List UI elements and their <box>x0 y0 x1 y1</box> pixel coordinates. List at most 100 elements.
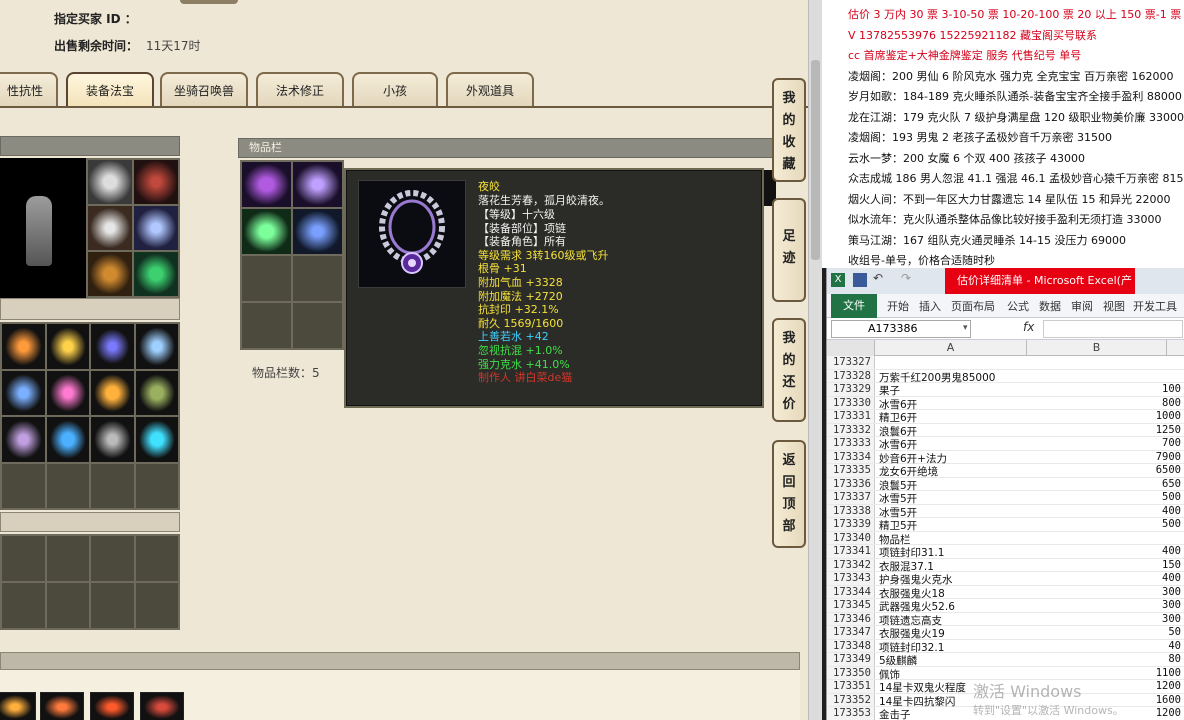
row-number[interactable]: 173337 <box>827 491 875 504</box>
cell-b[interactable]: 800 <box>1027 397 1181 409</box>
row-number[interactable]: 173341 <box>827 545 875 558</box>
fx-icon[interactable]: fx <box>1023 320 1034 334</box>
tab-resistance[interactable]: 性抗性 <box>0 72 58 108</box>
dropdown-icon[interactable]: ▾ <box>963 323 968 333</box>
ribbon-tab-view[interactable]: 视图 <box>1103 298 1125 314</box>
tab-equipment[interactable]: 装备法宝 <box>66 72 154 108</box>
ribbon-tab-file[interactable]: 文件 <box>831 294 877 318</box>
row-number[interactable]: 173343 <box>827 572 875 585</box>
bag-slot[interactable] <box>91 583 134 628</box>
cell-b[interactable]: 80 <box>1027 653 1181 665</box>
inventory-slot[interactable] <box>293 209 342 254</box>
tab-spell-mod[interactable]: 法术修正 <box>256 72 344 108</box>
cell-b[interactable]: 500 <box>1027 491 1181 503</box>
cell-b[interactable]: 300 <box>1027 613 1181 625</box>
game-scrollbar[interactable] <box>808 0 822 720</box>
my-offers-button[interactable]: 我的还价 <box>772 318 806 422</box>
cell-b[interactable]: 1000 <box>1027 410 1181 422</box>
row-number[interactable]: 173347 <box>827 626 875 639</box>
bag-slot[interactable] <box>2 536 45 581</box>
bag-slot[interactable] <box>135 536 178 581</box>
equip-slot[interactable] <box>134 206 178 250</box>
ribbon-tab-layout[interactable]: 页面布局 <box>951 298 995 314</box>
inventory-slot[interactable] <box>242 303 291 348</box>
cell-b[interactable]: 7900 <box>1027 451 1181 463</box>
cell-b[interactable]: 1100 <box>1027 667 1181 679</box>
row-number[interactable]: 173352 <box>827 693 875 706</box>
select-all-corner[interactable] <box>827 340 875 356</box>
cell-b[interactable]: 1250 <box>1027 424 1181 436</box>
tab-child[interactable]: 小孩 <box>352 72 438 108</box>
tab-appearance[interactable]: 外观道具 <box>446 72 534 108</box>
row-number[interactable]: 173346 <box>827 612 875 625</box>
bottom-item-slot[interactable] <box>40 692 84 720</box>
bottom-item-slot[interactable] <box>140 692 184 720</box>
row-number[interactable]: 173330 <box>827 396 875 409</box>
bag-slot[interactable] <box>2 324 45 369</box>
redo-icon[interactable]: ↷ <box>901 271 911 285</box>
bag-slot[interactable] <box>2 583 45 628</box>
row-number[interactable]: 173353 <box>827 707 875 720</box>
tab-mounts[interactable]: 坐骑召唤兽 <box>160 72 248 108</box>
row-number[interactable]: 173332 <box>827 423 875 436</box>
cell-b[interactable]: 6500 <box>1027 464 1181 476</box>
cell-b[interactable]: 400 <box>1027 545 1181 557</box>
row-number[interactable]: 173331 <box>827 410 875 423</box>
cell-b[interactable]: 50 <box>1027 626 1181 638</box>
bag-slot[interactable] <box>91 463 134 508</box>
equip-slot[interactable] <box>88 206 132 250</box>
ribbon-tab-review[interactable]: 审阅 <box>1071 298 1093 314</box>
row-number[interactable]: 173342 <box>827 558 875 571</box>
row-number[interactable]: 173339 <box>827 518 875 531</box>
bag-slot[interactable] <box>2 463 45 508</box>
undo-icon[interactable]: ↶ <box>873 271 883 285</box>
equip-slot[interactable] <box>134 160 178 204</box>
row-number[interactable]: 173348 <box>827 639 875 652</box>
cell-b[interactable]: 700 <box>1027 437 1181 449</box>
column-b-header[interactable]: B <box>1027 340 1167 356</box>
equip-slot[interactable] <box>88 160 132 204</box>
equip-slot[interactable] <box>134 252 178 296</box>
inventory-slot[interactable] <box>293 256 342 301</box>
ribbon-tab-developer[interactable]: 开发工具 <box>1133 298 1177 314</box>
cell-b[interactable]: 400 <box>1027 572 1181 584</box>
row-number[interactable]: 173333 <box>827 437 875 450</box>
row-number[interactable]: 173338 <box>827 504 875 517</box>
row-number[interactable]: 173335 <box>827 464 875 477</box>
row-number[interactable]: 173334 <box>827 450 875 463</box>
column-a-header[interactable]: A <box>875 340 1027 356</box>
bag-slot[interactable] <box>91 370 134 415</box>
bag-slot[interactable] <box>46 463 89 508</box>
equip-slot[interactable] <box>88 252 132 296</box>
row-number[interactable]: 173350 <box>827 666 875 679</box>
scrollbar-thumb[interactable] <box>811 60 820 260</box>
bag-slot[interactable] <box>135 583 178 628</box>
bag-slot[interactable] <box>46 370 89 415</box>
footprints-button[interactable]: 足迹 <box>772 198 806 302</box>
back-to-top-button[interactable]: 返回顶部 <box>772 440 806 548</box>
cell-b[interactable]: 300 <box>1027 599 1181 611</box>
cell-b[interactable]: 500 <box>1027 518 1181 530</box>
cell-b[interactable]: 300 <box>1027 586 1181 598</box>
inventory-slot[interactable] <box>242 162 291 207</box>
row-number[interactable]: 173351 <box>827 680 875 693</box>
bag-slot[interactable] <box>46 536 89 581</box>
top-button-edge[interactable] <box>180 0 238 4</box>
ribbon-tab-formulas[interactable]: 公式 <box>1007 298 1029 314</box>
row-number[interactable]: 173327 <box>827 356 875 369</box>
bag-slot[interactable] <box>46 324 89 369</box>
ribbon-tab-home[interactable]: 开始 <box>887 298 909 314</box>
row-number[interactable]: 173344 <box>827 585 875 598</box>
bag-slot[interactable] <box>91 536 134 581</box>
save-icon[interactable] <box>853 273 867 287</box>
inventory-slot[interactable] <box>293 162 342 207</box>
inventory-slot[interactable] <box>293 303 342 348</box>
row-number[interactable]: 173336 <box>827 477 875 490</box>
bag-slot[interactable] <box>135 324 178 369</box>
inventory-slot[interactable] <box>242 209 291 254</box>
row-number[interactable]: 173328 <box>827 369 875 382</box>
bag-slot[interactable] <box>2 417 45 462</box>
cell-b[interactable]: 650 <box>1027 478 1181 490</box>
bottom-item-slot[interactable] <box>0 692 36 720</box>
cell-b[interactable]: 40 <box>1027 640 1181 652</box>
